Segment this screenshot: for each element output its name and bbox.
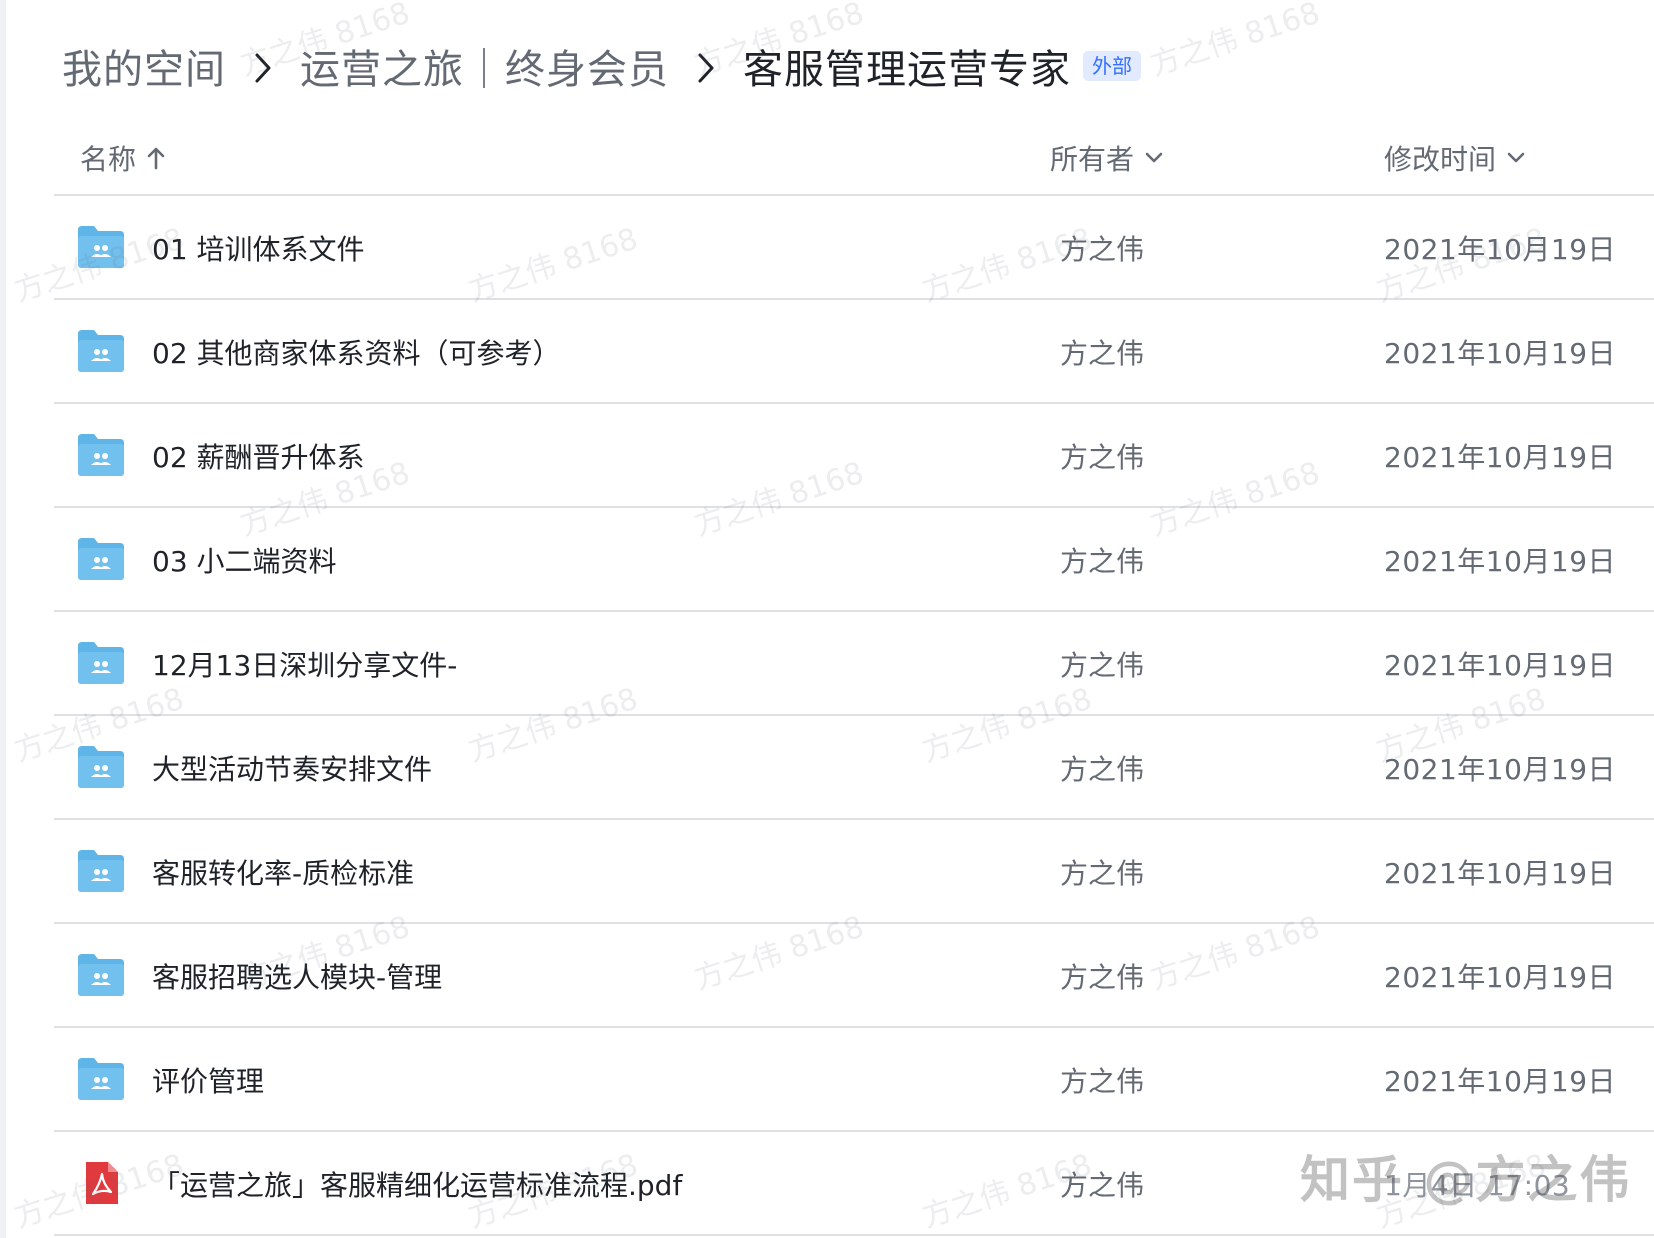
chevron-down-icon	[1507, 152, 1525, 163]
table-row[interactable]: 大型活动节奏安排文件 方之伟 2021年10月19日	[54, 716, 1654, 820]
file-list: 01 培训体系文件 方之伟 2021年10月19日 02 其他商家体系资料（可参…	[54, 196, 1654, 1236]
chevron-right-icon	[226, 43, 300, 89]
external-badge: 外部	[1083, 51, 1141, 81]
file-name[interactable]: 评价管理	[152, 1060, 264, 1100]
table-row[interactable]: 12月13日深圳分享文件- 方之伟 2021年10月19日	[54, 612, 1654, 716]
breadcrumb-item-my-space[interactable]: 我的空间	[62, 37, 226, 95]
column-header-name-label: 名称	[80, 143, 137, 176]
table-header: 名称 所有者 修改时间	[54, 118, 1654, 196]
file-name[interactable]: 12月13日深圳分享文件-	[152, 644, 457, 684]
file-modified-time: 2021年10月19日	[1384, 961, 1617, 994]
shared-folder-icon	[78, 330, 124, 372]
breadcrumb: 我的空间 运营之旅｜终身会员 客服管理运营专家 外部	[62, 36, 1141, 96]
file-owner: 方之伟	[1060, 337, 1145, 370]
table-row[interactable]: 客服转化率-质检标准 方之伟 2021年10月19日	[54, 820, 1654, 924]
file-modified-time: 2021年10月19日	[1384, 1065, 1617, 1098]
file-name[interactable]: 02 其他商家体系资料（可参考）	[152, 332, 561, 372]
file-modified-time: 2021年10月19日	[1384, 337, 1617, 370]
file-name[interactable]: 客服招聘选人模块-管理	[152, 956, 442, 996]
table-row[interactable]: 03 小二端资料 方之伟 2021年10月19日	[54, 508, 1654, 612]
table-row[interactable]: 评价管理 方之伟 2021年10月19日	[54, 1028, 1654, 1132]
file-owner: 方之伟	[1060, 1065, 1145, 1098]
file-modified-time: 2021年10月19日	[1384, 753, 1617, 786]
file-name[interactable]: 02 薪酬晋升体系	[152, 436, 365, 476]
shared-folder-icon	[78, 434, 124, 476]
file-name[interactable]: 01 培训体系文件	[152, 228, 365, 268]
file-modified-time: 2021年10月19日	[1384, 545, 1617, 578]
file-owner: 方之伟	[1060, 649, 1145, 682]
column-header-name[interactable]: 名称	[80, 138, 166, 178]
chevron-down-icon	[1145, 152, 1163, 163]
table-row[interactable]: 02 其他商家体系资料（可参考） 方之伟 2021年10月19日	[54, 300, 1654, 404]
shared-folder-icon	[78, 954, 124, 996]
file-owner: 方之伟	[1060, 961, 1145, 994]
shared-folder-icon	[78, 850, 124, 892]
column-header-owner[interactable]: 所有者	[1050, 138, 1164, 178]
file-modified-time: 2021年10月19日	[1384, 441, 1617, 474]
column-header-time-label: 修改时间	[1384, 143, 1497, 176]
shared-folder-icon	[78, 1058, 124, 1100]
breadcrumb-item-membership[interactable]: 运营之旅｜终身会员	[300, 37, 669, 95]
table-row[interactable]: 01 培训体系文件 方之伟 2021年10月19日	[54, 196, 1654, 300]
file-modified-time: 2021年10月19日	[1384, 233, 1617, 266]
table-row[interactable]: 客服招聘选人模块-管理 方之伟 2021年10月19日	[54, 924, 1654, 1028]
file-owner: 方之伟	[1060, 857, 1145, 890]
file-modified-time: 2021年10月19日	[1384, 649, 1617, 682]
shared-folder-icon	[78, 226, 124, 268]
shared-folder-icon	[78, 538, 124, 580]
file-name[interactable]: 大型活动节奏安排文件	[152, 748, 432, 788]
breadcrumb-item-current: 客服管理运营专家	[743, 47, 1071, 93]
chevron-right-icon	[669, 43, 743, 89]
file-owner: 方之伟	[1060, 1169, 1145, 1202]
file-name[interactable]: 03 小二端资料	[152, 540, 337, 580]
left-edge	[0, 0, 6, 1238]
arrow-up-icon	[147, 147, 165, 170]
column-header-owner-label: 所有者	[1050, 143, 1135, 176]
zhihu-watermark: 知乎 @方之伟	[1300, 1151, 1632, 1209]
pdf-file-icon	[86, 1162, 118, 1204]
file-owner: 方之伟	[1060, 233, 1145, 266]
file-name[interactable]: 「运营之旅」客服精细化运营标准流程.pdf	[152, 1164, 682, 1204]
file-owner: 方之伟	[1060, 753, 1145, 786]
table-row[interactable]: 02 薪酬晋升体系 方之伟 2021年10月19日	[54, 404, 1654, 508]
file-owner: 方之伟	[1060, 441, 1145, 474]
shared-folder-icon	[78, 642, 124, 684]
watermark: 方之伟 8168	[1145, 0, 1325, 84]
file-name[interactable]: 客服转化率-质检标准	[152, 852, 414, 892]
file-owner: 方之伟	[1060, 545, 1145, 578]
shared-folder-icon	[78, 746, 124, 788]
column-header-time[interactable]: 修改时间	[1384, 138, 1526, 178]
file-modified-time: 2021年10月19日	[1384, 857, 1617, 890]
